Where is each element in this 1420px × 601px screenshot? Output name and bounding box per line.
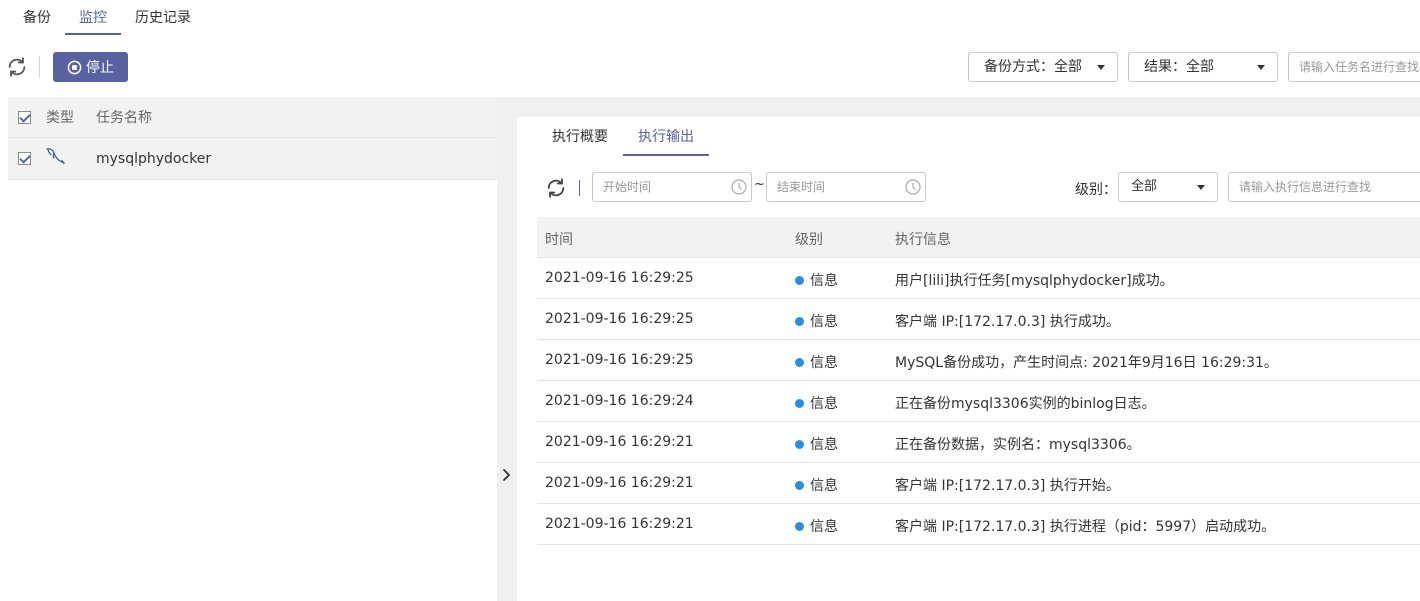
detail-panel: 执行概要 执行输出 ~ 级别： 全部 [517,117,1420,601]
backup-method-select[interactable]: 备份方式：全部 [968,52,1118,82]
table-row: 2021-09-16 16:29:21 信息 客户端 IP:[172.17.0.… [537,504,1420,545]
log-level-text: 信息 [810,314,838,330]
tab-execution-output[interactable]: 执行输出 [623,117,709,157]
panel-splitter[interactable] [497,97,517,601]
tab-execution-summary[interactable]: 执行概要 [537,117,623,157]
log-level: 信息 [795,393,838,413]
start-time-field[interactable] [592,172,752,202]
table-row: 2021-09-16 16:29:25 信息 客户端 IP:[172.17.0.… [537,299,1420,340]
log-level-text: 信息 [810,273,838,289]
log-info: 客户端 IP:[172.17.0.3] 执行进程（pid：5997）启动成功。 [895,519,1276,535]
log-time: 2021-09-16 16:29:25 [545,311,694,327]
info-dot-icon [795,275,804,285]
column-info: 执行信息 [895,232,951,248]
info-search-input[interactable] [1228,172,1420,202]
column-type: 类型 [46,110,74,126]
select-all-checkbox[interactable] [18,110,31,124]
mysql-dolphin-icon [44,146,68,168]
log-table-header: 时间 级别 执行信息 [537,217,1420,258]
result-select[interactable]: 结果：全部 [1128,52,1278,82]
info-dot-icon [795,398,804,408]
log-level: 信息 [795,434,838,454]
info-dot-icon [795,316,804,326]
tab-monitor[interactable]: 监控 [65,0,121,36]
log-level-text: 信息 [810,478,838,494]
top-tabs: 备份 监控 历史记录 [0,0,205,36]
log-level: 信息 [795,352,838,372]
end-time-field[interactable] [766,172,926,202]
toolbar: 停止 备份方式：全部 结果：全部 [0,50,1420,84]
tab-history[interactable]: 历史记录 [121,0,205,36]
caret-down-icon [1197,185,1205,190]
refresh-icon[interactable] [545,177,567,199]
refresh-icon[interactable] [6,56,28,78]
table-row: 2021-09-16 16:29:25 信息 MySQL备份成功，产生时间点: … [537,340,1420,381]
log-info: 客户端 IP:[172.17.0.3] 执行开始。 [895,478,1120,494]
level-select[interactable]: 全部 [1118,172,1218,202]
level-value: 全部 [1131,179,1158,194]
log-level-text: 信息 [810,519,838,535]
toolbar-divider [39,56,40,78]
detail-tabs: 执行概要 执行输出 [537,117,709,157]
backup-method-value: 备份方式：全部 [984,59,1082,75]
stop-button[interactable]: 停止 [53,52,128,82]
end-time-input[interactable] [767,173,897,201]
filter-divider [579,180,580,196]
table-row: 2021-09-16 16:29:25 信息 用户[lili]执行任务[mysq… [537,258,1420,299]
task-row[interactable]: mysqlphydocker [8,138,497,180]
log-time: 2021-09-16 16:29:21 [545,516,694,532]
caret-down-icon [1257,65,1265,70]
log-info: 客户端 IP:[172.17.0.3] 执行成功。 [895,314,1120,330]
task-list-panel: 类型 任务名称 mysqlphydocker [8,97,497,601]
task-search-input[interactable] [1288,52,1420,82]
task-row-name: mysqlphydocker [96,150,212,167]
info-dot-icon [795,480,804,490]
log-table: 时间 级别 执行信息 2021-09-16 16:29:25 信息 用户[lil… [537,217,1420,545]
log-level: 信息 [795,516,838,536]
task-row-checkbox[interactable] [18,152,31,165]
log-level-text: 信息 [810,437,838,453]
range-separator: ~ [754,177,765,192]
log-time: 2021-09-16 16:29:24 [545,393,694,409]
level-label: 级别： [1075,182,1117,198]
result-value: 结果：全部 [1144,59,1214,75]
log-info: MySQL备份成功，产生时间点: 2021年9月16日 16:29:31。 [895,355,1278,371]
log-level-text: 信息 [810,396,838,412]
task-list-header: 类型 任务名称 [8,97,497,138]
log-level: 信息 [795,270,838,290]
log-level: 信息 [795,475,838,495]
column-level: 级别 [795,232,823,248]
column-task-name: 任务名称 [96,110,152,126]
info-dot-icon [795,521,804,531]
log-info: 正在备份数据，实例名：mysql3306。 [895,437,1141,453]
start-time-input[interactable] [593,173,723,201]
log-time: 2021-09-16 16:29:21 [545,434,694,450]
log-level: 信息 [795,311,838,331]
table-row: 2021-09-16 16:29:21 信息 正在备份数据，实例名：mysql3… [537,422,1420,463]
table-row: 2021-09-16 16:29:21 信息 客户端 IP:[172.17.0.… [537,463,1420,504]
column-time: 时间 [545,232,573,248]
log-info: 正在备份mysql3306实例的binlog日志。 [895,396,1156,412]
clock-icon [731,179,747,195]
clock-icon [905,179,921,195]
log-time: 2021-09-16 16:29:21 [545,475,694,491]
table-row: 2021-09-16 16:29:24 信息 正在备份mysql3306实例的b… [537,381,1420,422]
detail-top-strip [517,97,1420,117]
caret-down-icon [1097,65,1105,70]
tab-backup[interactable]: 备份 [0,0,65,36]
log-level-text: 信息 [810,355,838,371]
info-dot-icon [795,357,804,367]
stop-circle-icon [67,60,82,74]
info-dot-icon [795,439,804,449]
log-time: 2021-09-16 16:29:25 [545,270,694,286]
log-info: 用户[lili]执行任务[mysqlphydocker]成功。 [895,273,1174,289]
stop-button-label: 停止 [86,60,114,76]
log-time: 2021-09-16 16:29:25 [545,352,694,368]
chevron-right-icon[interactable] [501,467,513,483]
